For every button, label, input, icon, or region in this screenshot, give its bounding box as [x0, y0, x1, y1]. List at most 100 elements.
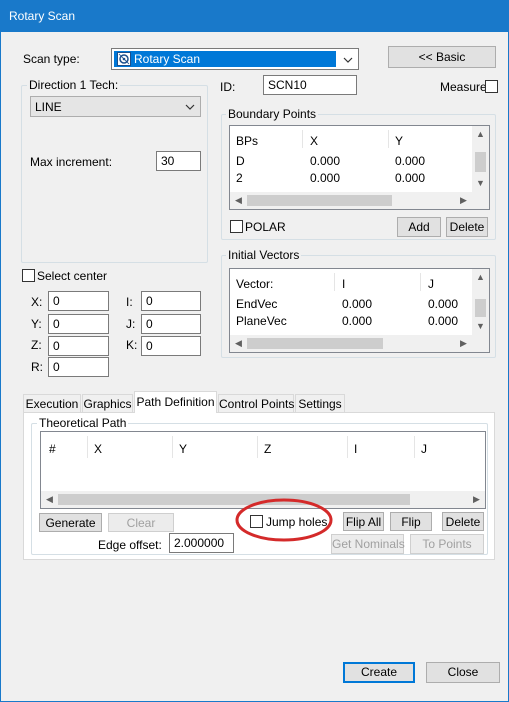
select-center-checkbox[interactable]: [22, 269, 35, 282]
flip-all-button[interactable]: Flip All: [343, 512, 384, 531]
tab-control-points[interactable]: Control Points: [218, 394, 294, 412]
i-label: I:: [126, 295, 133, 309]
flip-button[interactable]: Flip: [390, 512, 432, 531]
path-delete-button[interactable]: Delete: [442, 512, 484, 531]
header-divider: [334, 273, 335, 291]
tab-graphics[interactable]: Graphics: [82, 394, 133, 412]
horizontal-scrollbar[interactable]: ◀ ▶: [230, 335, 472, 352]
bp-cell: 0.000: [310, 171, 341, 185]
header-divider: [257, 436, 258, 458]
tab-execution[interactable]: Execution: [23, 394, 81, 412]
initial-vectors-title: Initial Vectors: [226, 248, 302, 262]
scroll-down-icon[interactable]: ▼: [472, 175, 489, 192]
iv-header-j: J: [428, 277, 434, 291]
scroll-up-icon[interactable]: ▲: [472, 269, 489, 286]
center-x-input[interactable]: 0: [48, 291, 109, 311]
header-divider: [388, 130, 389, 148]
header-divider: [420, 273, 421, 291]
to-points-button[interactable]: To Points: [410, 534, 484, 554]
vertical-scrollbar[interactable]: ▲ ▼: [472, 269, 489, 335]
id-label: ID:: [220, 80, 236, 94]
max-increment-input[interactable]: 30: [156, 151, 201, 171]
center-r-input[interactable]: 0: [48, 357, 109, 377]
scroll-left-icon[interactable]: ◀: [230, 192, 247, 209]
basic-button[interactable]: << Basic: [388, 46, 496, 68]
tab-settings[interactable]: Settings: [295, 394, 345, 412]
horizontal-scrollbar[interactable]: ◀ ▶: [230, 192, 472, 209]
scroll-corner: [472, 335, 489, 352]
chevron-down-icon: [343, 57, 353, 63]
tp-header-i: I: [354, 442, 358, 456]
initial-vectors-grid[interactable]: Vector: I J EndVec 0.000 0.000 PlaneVec …: [229, 268, 490, 353]
scroll-up-icon[interactable]: ▲: [472, 126, 489, 143]
rotary-scan-icon: [117, 52, 131, 66]
scroll-right-icon[interactable]: ▶: [455, 335, 472, 352]
j-label: J:: [126, 317, 136, 331]
iv-cell: 0.000: [342, 297, 373, 311]
boundary-delete-button[interactable]: Delete: [446, 217, 488, 237]
tp-header-z: Z: [264, 442, 272, 456]
iv-cell: 0.000: [428, 314, 459, 328]
tp-header-j: J: [421, 442, 427, 456]
bp-cell: 0.000: [395, 154, 426, 168]
scan-type-label: Scan type:: [23, 52, 80, 66]
generate-button[interactable]: Generate: [39, 513, 102, 532]
scroll-left-icon[interactable]: ◀: [41, 491, 58, 508]
add-button[interactable]: Add: [397, 217, 441, 237]
scan-type-value: Rotary Scan: [134, 52, 201, 66]
bp-cell: 0.000: [395, 171, 426, 185]
scroll-thumb[interactable]: [247, 195, 392, 206]
window-titlebar: Rotary Scan: [0, 0, 509, 32]
scroll-thumb[interactable]: [247, 338, 383, 349]
iv-cell: EndVec: [236, 297, 278, 311]
header-divider: [414, 436, 415, 458]
iv-header-i: I: [342, 277, 346, 291]
bp-header-bps: BPs: [236, 134, 259, 148]
center-i-input[interactable]: 0: [141, 291, 201, 311]
tp-header-number: #: [49, 442, 56, 456]
polar-label: POLAR: [245, 220, 286, 234]
boundary-points-title: Boundary Points: [226, 107, 319, 121]
iv-cell: 0.000: [428, 297, 459, 311]
clear-button[interactable]: Clear: [108, 513, 174, 532]
iv-cell: PlaneVec: [236, 314, 287, 328]
center-y-input[interactable]: 0: [48, 314, 109, 334]
scroll-corner: [472, 192, 489, 209]
max-increment-label: Max increment:: [30, 155, 113, 169]
measure-checkbox[interactable]: [485, 80, 498, 93]
scroll-down-icon[interactable]: ▼: [472, 318, 489, 335]
header-divider: [347, 436, 348, 458]
close-button[interactable]: Close: [426, 662, 500, 683]
boundary-points-grid[interactable]: BPs X Y D 0.000 0.000 2 0.000 0.000 ▲ ▼ …: [229, 125, 490, 210]
scroll-right-icon[interactable]: ▶: [455, 192, 472, 209]
header-divider: [302, 130, 303, 148]
direction1-combo[interactable]: LINE: [30, 96, 201, 117]
iv-header-vector: Vector:: [236, 277, 274, 291]
vertical-scrollbar[interactable]: ▲ ▼: [472, 126, 489, 192]
edge-offset-input[interactable]: 2.000000: [169, 533, 234, 553]
scroll-left-icon[interactable]: ◀: [230, 335, 247, 352]
k-label: K:: [126, 338, 138, 352]
create-button[interactable]: Create: [343, 662, 415, 683]
window-title: Rotary Scan: [9, 9, 76, 23]
scroll-thumb[interactable]: [475, 152, 486, 172]
annotation-ellipse: [235, 498, 333, 542]
scroll-right-icon[interactable]: ▶: [468, 491, 485, 508]
get-nominals-button[interactable]: Get Nominals: [331, 534, 405, 554]
center-z-input[interactable]: 0: [48, 336, 109, 356]
center-k-input[interactable]: 0: [141, 336, 201, 356]
scroll-thumb[interactable]: [475, 299, 486, 317]
direction1-group-title: Direction 1 Tech:: [27, 78, 121, 92]
bp-cell: 2: [236, 171, 243, 185]
center-j-input[interactable]: 0: [141, 314, 201, 334]
bp-header-x: X: [310, 134, 319, 148]
scan-type-combo[interactable]: Rotary Scan: [111, 48, 359, 70]
bp-cell: 0.000: [310, 154, 341, 168]
polar-checkbox[interactable]: [230, 220, 243, 233]
y-label: Y:: [31, 317, 42, 331]
bp-header-y: Y: [395, 134, 404, 148]
r-label: R:: [31, 360, 43, 374]
tab-path-definition[interactable]: Path Definition: [134, 391, 217, 413]
id-input[interactable]: SCN10: [263, 75, 357, 95]
z-label: Z:: [31, 338, 42, 352]
